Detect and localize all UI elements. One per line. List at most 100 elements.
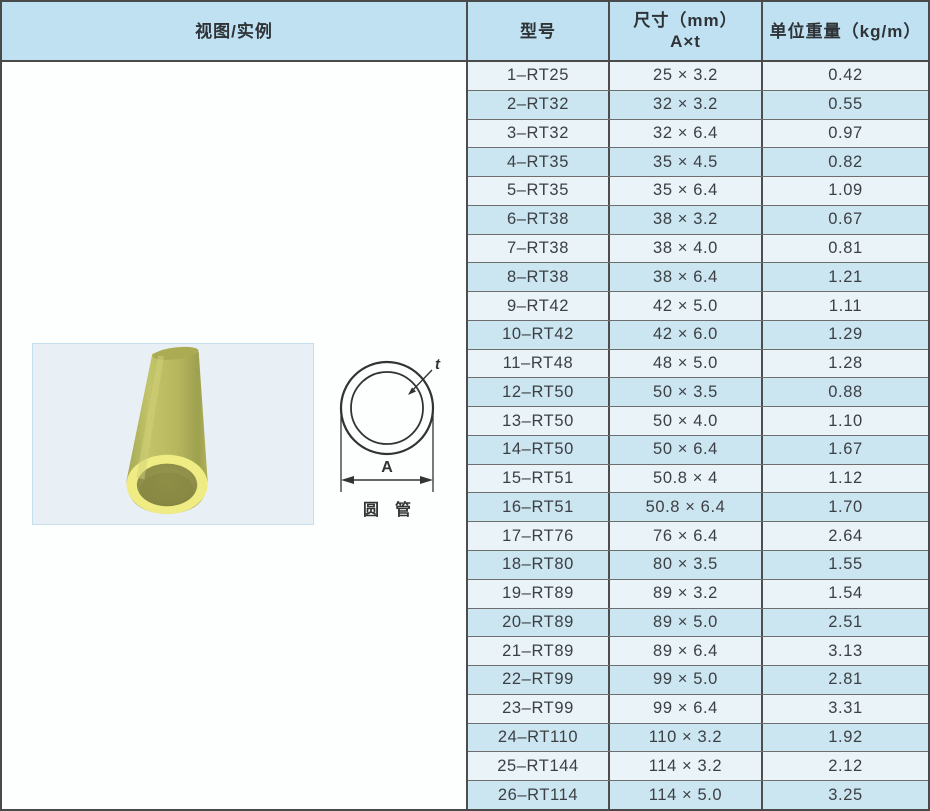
table-header-row: 视图/实例 型号 尺寸（mm） A×t 单位重量（kg/m） xyxy=(2,2,928,62)
diameter-label: A xyxy=(381,459,393,476)
model-cell: 12–RT50 xyxy=(468,378,610,406)
weight-cell: 0.67 xyxy=(763,206,928,234)
weight-cell: 1.70 xyxy=(763,493,928,521)
model-cell: 10–RT42 xyxy=(468,321,610,349)
weight-cell: 2.81 xyxy=(763,666,928,694)
table-row: 7–RT3838 × 4.00.81 xyxy=(468,235,928,264)
weight-cell: 3.13 xyxy=(763,637,928,665)
tube-photo-illustration xyxy=(33,344,313,524)
table-body: t A 圆 管 1–RT2525 × 3.20.422–RT3232 × 3.2… xyxy=(2,62,928,809)
dim-cell: 38 × 3.2 xyxy=(610,206,763,234)
model-cell: 4–RT35 xyxy=(468,148,610,176)
model-cell: 1–RT25 xyxy=(468,62,610,90)
table-row: 12–RT5050 × 3.50.88 xyxy=(468,378,928,407)
dim-cell: 50.8 × 6.4 xyxy=(610,493,763,521)
dim-cell: 32 × 6.4 xyxy=(610,120,763,148)
weight-cell: 1.29 xyxy=(763,321,928,349)
dim-cell: 35 × 6.4 xyxy=(610,177,763,205)
weight-cell: 3.25 xyxy=(763,781,928,809)
model-cell: 5–RT35 xyxy=(468,177,610,205)
table-row: 6–RT3838 × 3.20.67 xyxy=(468,206,928,235)
weight-cell: 1.28 xyxy=(763,350,928,378)
table-row: 23–RT9999 × 6.43.31 xyxy=(468,695,928,724)
dim-cell: 38 × 4.0 xyxy=(610,235,763,263)
product-photo xyxy=(32,343,314,525)
weight-cell: 1.11 xyxy=(763,292,928,320)
model-cell: 25–RT144 xyxy=(468,752,610,780)
dim-cell: 89 × 6.4 xyxy=(610,637,763,665)
spec-table: 视图/实例 型号 尺寸（mm） A×t 单位重量（kg/m） xyxy=(0,0,930,811)
diagram-caption: 圆 管 xyxy=(363,500,411,519)
model-cell: 19–RT89 xyxy=(468,580,610,608)
model-cell: 7–RT38 xyxy=(468,235,610,263)
dim-cell: 76 × 6.4 xyxy=(610,522,763,550)
header-model: 型号 xyxy=(468,2,610,60)
table-row: 11–RT4848 × 5.01.28 xyxy=(468,350,928,379)
model-cell: 14–RT50 xyxy=(468,436,610,464)
model-cell: 8–RT38 xyxy=(468,263,610,291)
table-row: 2–RT3232 × 3.20.55 xyxy=(468,91,928,120)
table-row: 9–RT4242 × 5.01.11 xyxy=(468,292,928,321)
model-cell: 3–RT32 xyxy=(468,120,610,148)
table-row: 8–RT3838 × 6.41.21 xyxy=(468,263,928,292)
table-row: 13–RT5050 × 4.01.10 xyxy=(468,407,928,436)
weight-cell: 0.81 xyxy=(763,235,928,263)
model-cell: 9–RT42 xyxy=(468,292,610,320)
model-cell: 26–RT114 xyxy=(468,781,610,809)
header-view-label: 视图/实例 xyxy=(195,21,273,42)
weight-cell: 2.51 xyxy=(763,609,928,637)
weight-cell: 0.82 xyxy=(763,148,928,176)
dim-cell: 42 × 6.0 xyxy=(610,321,763,349)
view-example-cell: t A 圆 管 xyxy=(2,62,468,809)
model-cell: 15–RT51 xyxy=(468,465,610,493)
dim-cell: 89 × 5.0 xyxy=(610,609,763,637)
model-cell: 2–RT32 xyxy=(468,91,610,119)
model-cell: 22–RT99 xyxy=(468,666,610,694)
dim-cell: 50 × 6.4 xyxy=(610,436,763,464)
table-row: 15–RT5150.8 × 41.12 xyxy=(468,465,928,494)
table-row: 26–RT114114 × 5.03.25 xyxy=(468,781,928,809)
table-row: 18–RT8080 × 3.51.55 xyxy=(468,551,928,580)
table-row: 1–RT2525 × 3.20.42 xyxy=(468,62,928,91)
model-cell: 16–RT51 xyxy=(468,493,610,521)
weight-cell: 0.97 xyxy=(763,120,928,148)
model-cell: 11–RT48 xyxy=(468,350,610,378)
weight-cell: 0.42 xyxy=(763,62,928,90)
model-cell: 24–RT110 xyxy=(468,724,610,752)
dim-cell: 50 × 4.0 xyxy=(610,407,763,435)
model-cell: 13–RT50 xyxy=(468,407,610,435)
model-cell: 17–RT76 xyxy=(468,522,610,550)
weight-cell: 1.92 xyxy=(763,724,928,752)
dim-cell: 89 × 3.2 xyxy=(610,580,763,608)
table-row: 22–RT9999 × 5.02.81 xyxy=(468,666,928,695)
dim-cell: 99 × 5.0 xyxy=(610,666,763,694)
header-weight-label: 单位重量（kg/m） xyxy=(770,21,922,42)
table-row: 17–RT7676 × 6.42.64 xyxy=(468,522,928,551)
weight-cell: 1.67 xyxy=(763,436,928,464)
dim-cell: 50 × 3.5 xyxy=(610,378,763,406)
model-cell: 21–RT89 xyxy=(468,637,610,665)
dim-cell: 99 × 6.4 xyxy=(610,695,763,723)
table-row: 14–RT5050 × 6.41.67 xyxy=(468,436,928,465)
header-weight: 单位重量（kg/m） xyxy=(763,2,928,60)
weight-cell: 1.10 xyxy=(763,407,928,435)
weight-cell: 2.64 xyxy=(763,522,928,550)
table-row: 10–RT4242 × 6.01.29 xyxy=(468,321,928,350)
weight-cell: 3.31 xyxy=(763,695,928,723)
weight-cell: 2.12 xyxy=(763,752,928,780)
header-dimension-line2: A×t xyxy=(670,31,701,52)
table-row: 19–RT8989 × 3.21.54 xyxy=(468,580,928,609)
dim-cell: 35 × 4.5 xyxy=(610,148,763,176)
header-view: 视图/实例 xyxy=(2,2,468,60)
weight-cell: 0.88 xyxy=(763,378,928,406)
header-model-label: 型号 xyxy=(520,21,556,42)
dim-cell: 110 × 3.2 xyxy=(610,724,763,752)
dim-cell: 38 × 6.4 xyxy=(610,263,763,291)
dim-cell: 114 × 3.2 xyxy=(610,752,763,780)
dim-cell: 80 × 3.5 xyxy=(610,551,763,579)
weight-cell: 1.54 xyxy=(763,580,928,608)
table-row: 5–RT3535 × 6.41.09 xyxy=(468,177,928,206)
cross-section-diagram: t A 圆 管 xyxy=(332,350,472,530)
weight-cell: 1.09 xyxy=(763,177,928,205)
weight-cell: 1.12 xyxy=(763,465,928,493)
